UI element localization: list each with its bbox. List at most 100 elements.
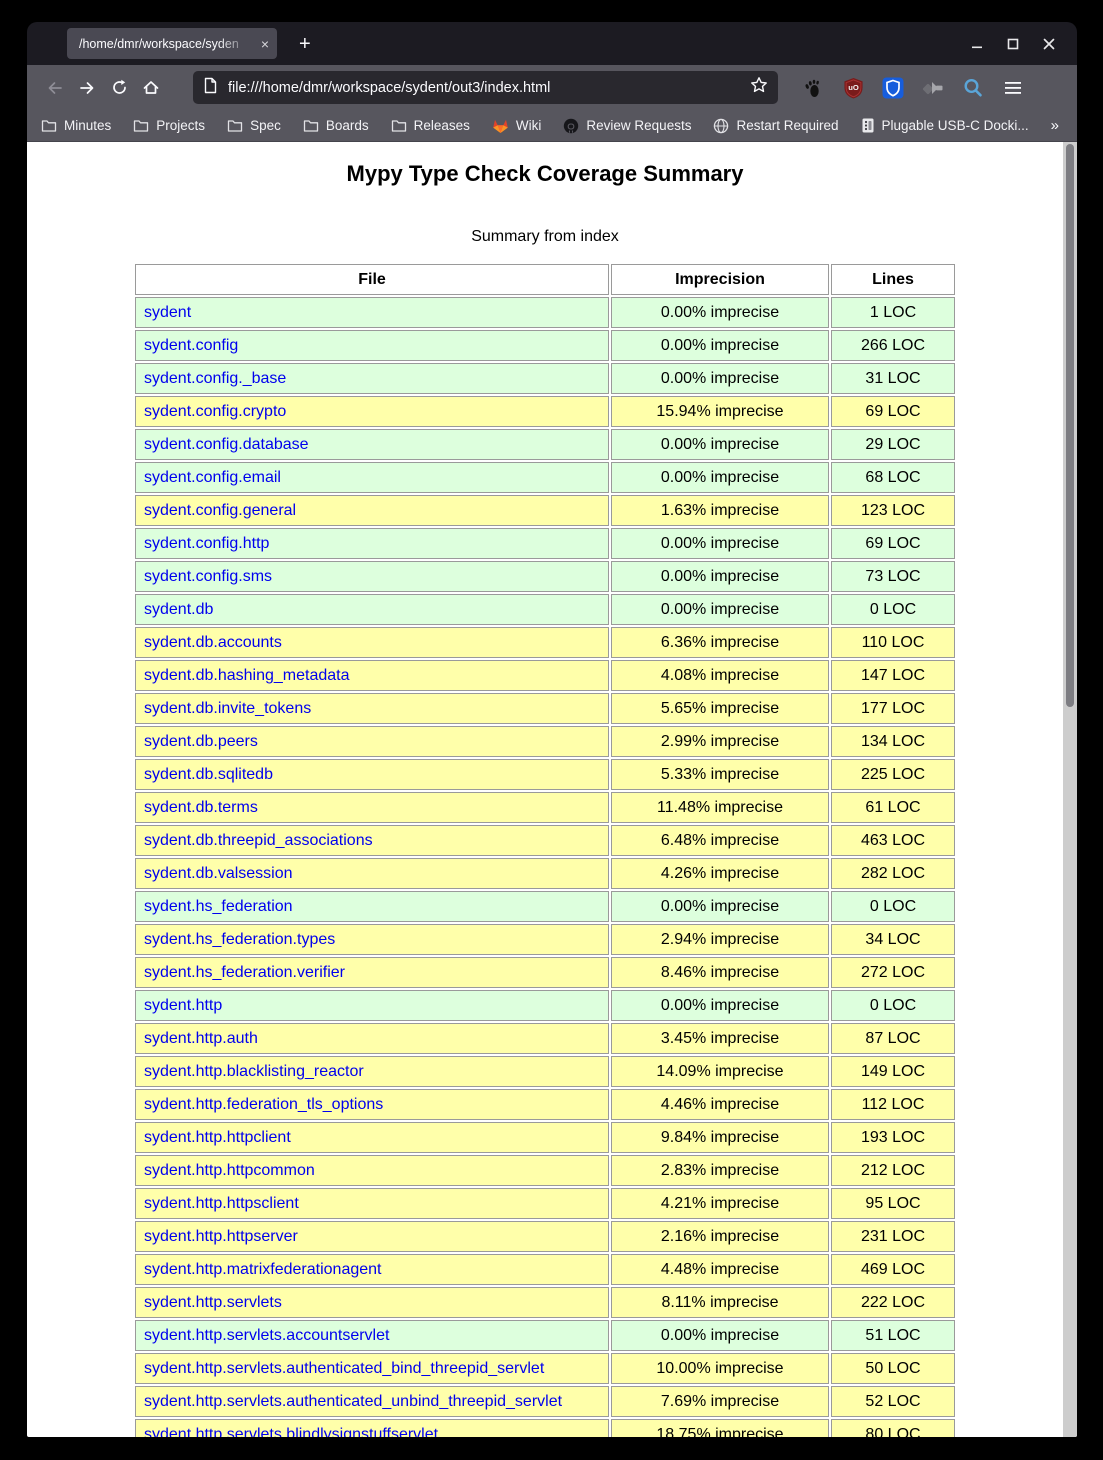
module-link[interactable]: sydent.db.peers xyxy=(144,733,258,750)
table-row: sydent.db.sqlitedb5.33% imprecise225 LOC xyxy=(135,759,955,790)
table-row: sydent.http.servlets.blindlysignstuffser… xyxy=(135,1419,955,1437)
lines-cell: 112 LOC xyxy=(831,1089,955,1120)
extension-icon[interactable] xyxy=(920,75,946,101)
module-link[interactable]: sydent.http.servlets.accountservlet xyxy=(144,1327,389,1344)
module-link[interactable]: sydent.http.httpserver xyxy=(144,1228,298,1245)
module-link[interactable]: sydent.http.httpcommon xyxy=(144,1162,315,1179)
vertical-scrollbar[interactable] xyxy=(1063,142,1077,1437)
module-link[interactable]: sydent.config.sms xyxy=(144,568,272,585)
menu-icon[interactable] xyxy=(1000,75,1026,101)
file-cell: sydent.db.invite_tokens xyxy=(135,693,609,724)
tab-close-icon[interactable]: × xyxy=(261,36,269,52)
module-link[interactable]: sydent.http.federation_tls_options xyxy=(144,1096,383,1113)
module-link[interactable]: sydent.hs_federation xyxy=(144,898,293,915)
forward-button[interactable] xyxy=(71,73,103,103)
module-link[interactable]: sydent.db.invite_tokens xyxy=(144,700,311,717)
module-link[interactable]: sydent.hs_federation.verifier xyxy=(144,964,345,981)
header-lines: Lines xyxy=(831,264,955,295)
minimize-button[interactable] xyxy=(971,38,983,50)
bookmark-spec[interactable]: Spec xyxy=(227,118,281,133)
imprecision-cell: 0.00% imprecise xyxy=(611,462,829,493)
table-row: sydent.http.federation_tls_options4.46% … xyxy=(135,1089,955,1120)
table-row: sydent.hs_federation.types2.94% imprecis… xyxy=(135,924,955,955)
module-link[interactable]: sydent.http.blacklisting_reactor xyxy=(144,1063,364,1080)
bookmark-star-icon[interactable] xyxy=(750,76,768,99)
module-link[interactable]: sydent xyxy=(144,304,191,321)
maximize-button[interactable] xyxy=(1007,38,1019,50)
module-link[interactable]: sydent.http.httpclient xyxy=(144,1129,291,1146)
favicon-icon xyxy=(861,118,875,133)
back-button[interactable] xyxy=(39,73,71,103)
table-header-row: File Imprecision Lines xyxy=(135,264,955,295)
folder-icon xyxy=(303,119,319,133)
module-link[interactable]: sydent.http.httpsclient xyxy=(144,1195,299,1212)
page-subtitle: Summary from index xyxy=(27,228,1063,246)
table-row: sydent.db.hashing_metadata4.08% imprecis… xyxy=(135,660,955,691)
imprecision-cell: 18.75% imprecise xyxy=(611,1419,829,1437)
table-row: sydent.config.email0.00% imprecise68 LOC xyxy=(135,462,955,493)
module-link[interactable]: sydent.db xyxy=(144,601,213,618)
module-link[interactable]: sydent.db.hashing_metadata xyxy=(144,667,349,684)
bookmark-plugable-dock[interactable]: Plugable USB-C Docki... xyxy=(861,118,1029,133)
module-link[interactable]: sydent.http.matrixfederationagent xyxy=(144,1261,381,1278)
table-row: sydent.http.auth3.45% imprecise87 LOC xyxy=(135,1023,955,1054)
module-link[interactable]: sydent.db.terms xyxy=(144,799,258,816)
new-tab-button[interactable]: + xyxy=(299,34,311,54)
module-link[interactable]: sydent.config.database xyxy=(144,436,309,453)
lines-cell: 73 LOC xyxy=(831,561,955,592)
lines-cell: 34 LOC xyxy=(831,924,955,955)
module-link[interactable]: sydent.http xyxy=(144,997,222,1014)
close-button[interactable] xyxy=(1043,38,1055,50)
bookmark-wiki[interactable]: Wiki xyxy=(492,118,542,134)
module-link[interactable]: sydent.db.valsession xyxy=(144,865,293,882)
module-link[interactable]: sydent.http.auth xyxy=(144,1030,258,1047)
bookmark-review-requests[interactable]: Review Requests xyxy=(563,118,691,134)
file-cell: sydent.hs_federation xyxy=(135,891,609,922)
navigation-toolbar: file:///home/dmr/workspace/sydent/out3/i… xyxy=(27,65,1077,110)
url-bar[interactable]: file:///home/dmr/workspace/sydent/out3/i… xyxy=(193,71,778,104)
lines-cell: 469 LOC xyxy=(831,1254,955,1285)
module-link[interactable]: sydent.config._base xyxy=(144,370,286,387)
module-link[interactable]: sydent.db.sqlitedb xyxy=(144,766,273,783)
lines-cell: 212 LOC xyxy=(831,1155,955,1186)
imprecision-cell: 14.09% imprecise xyxy=(611,1056,829,1087)
bitwarden-icon[interactable] xyxy=(880,75,906,101)
reload-icon[interactable] xyxy=(103,73,135,103)
file-cell: sydent.db.valsession xyxy=(135,858,609,889)
imprecision-cell: 5.65% imprecise xyxy=(611,693,829,724)
scrollbar-thumb[interactable] xyxy=(1066,144,1074,707)
header-file: File xyxy=(135,264,609,295)
module-link[interactable]: sydent.config.general xyxy=(144,502,296,519)
file-cell: sydent.config.database xyxy=(135,429,609,460)
home-button[interactable] xyxy=(135,73,167,103)
module-link[interactable]: sydent.db.accounts xyxy=(144,634,282,651)
module-link[interactable]: sydent.config.email xyxy=(144,469,281,486)
module-link[interactable]: sydent.config.http xyxy=(144,535,269,552)
bookmark-boards[interactable]: Boards xyxy=(303,118,369,133)
imprecision-cell: 10.00% imprecise xyxy=(611,1353,829,1384)
bookmark-minutes[interactable]: Minutes xyxy=(41,118,111,133)
module-link[interactable]: sydent.http.servlets.authenticated_bind_… xyxy=(144,1360,544,1377)
module-link[interactable]: sydent.http.servlets.blindlysignstuffser… xyxy=(144,1426,438,1437)
bookmark-releases[interactable]: Releases xyxy=(391,118,470,133)
module-link[interactable]: sydent.db.threepid_associations xyxy=(144,832,373,849)
lines-cell: 463 LOC xyxy=(831,825,955,856)
imprecision-cell: 2.83% imprecise xyxy=(611,1155,829,1186)
bookmarks-overflow-chevron[interactable]: » xyxy=(1051,117,1059,134)
bookmark-restart-required[interactable]: Restart Required xyxy=(713,118,838,134)
ublock-origin-icon[interactable]: uO xyxy=(840,75,866,101)
coverage-table: File Imprecision Lines sydent 0.00% impre… xyxy=(133,262,957,1437)
module-link[interactable]: sydent.http.servlets.authenticated_unbin… xyxy=(144,1393,562,1410)
module-link[interactable]: sydent.http.servlets xyxy=(144,1294,282,1311)
gnome-extension-icon[interactable] xyxy=(800,75,826,101)
module-link[interactable]: sydent.config xyxy=(144,337,238,354)
bookmark-projects[interactable]: Projects xyxy=(133,118,205,133)
page-viewport: Mypy Type Check Coverage Summary Summary… xyxy=(27,142,1077,1437)
module-link[interactable]: sydent.config.crypto xyxy=(144,403,286,420)
url-text: file:///home/dmr/workspace/sydent/out3/i… xyxy=(228,80,750,96)
module-link[interactable]: sydent.hs_federation.types xyxy=(144,931,335,948)
search-icon[interactable] xyxy=(960,75,986,101)
file-cell: sydent.config.general xyxy=(135,495,609,526)
browser-tab[interactable]: /home/dmr/workspace/syden × xyxy=(67,28,277,59)
imprecision-cell: 4.26% imprecise xyxy=(611,858,829,889)
